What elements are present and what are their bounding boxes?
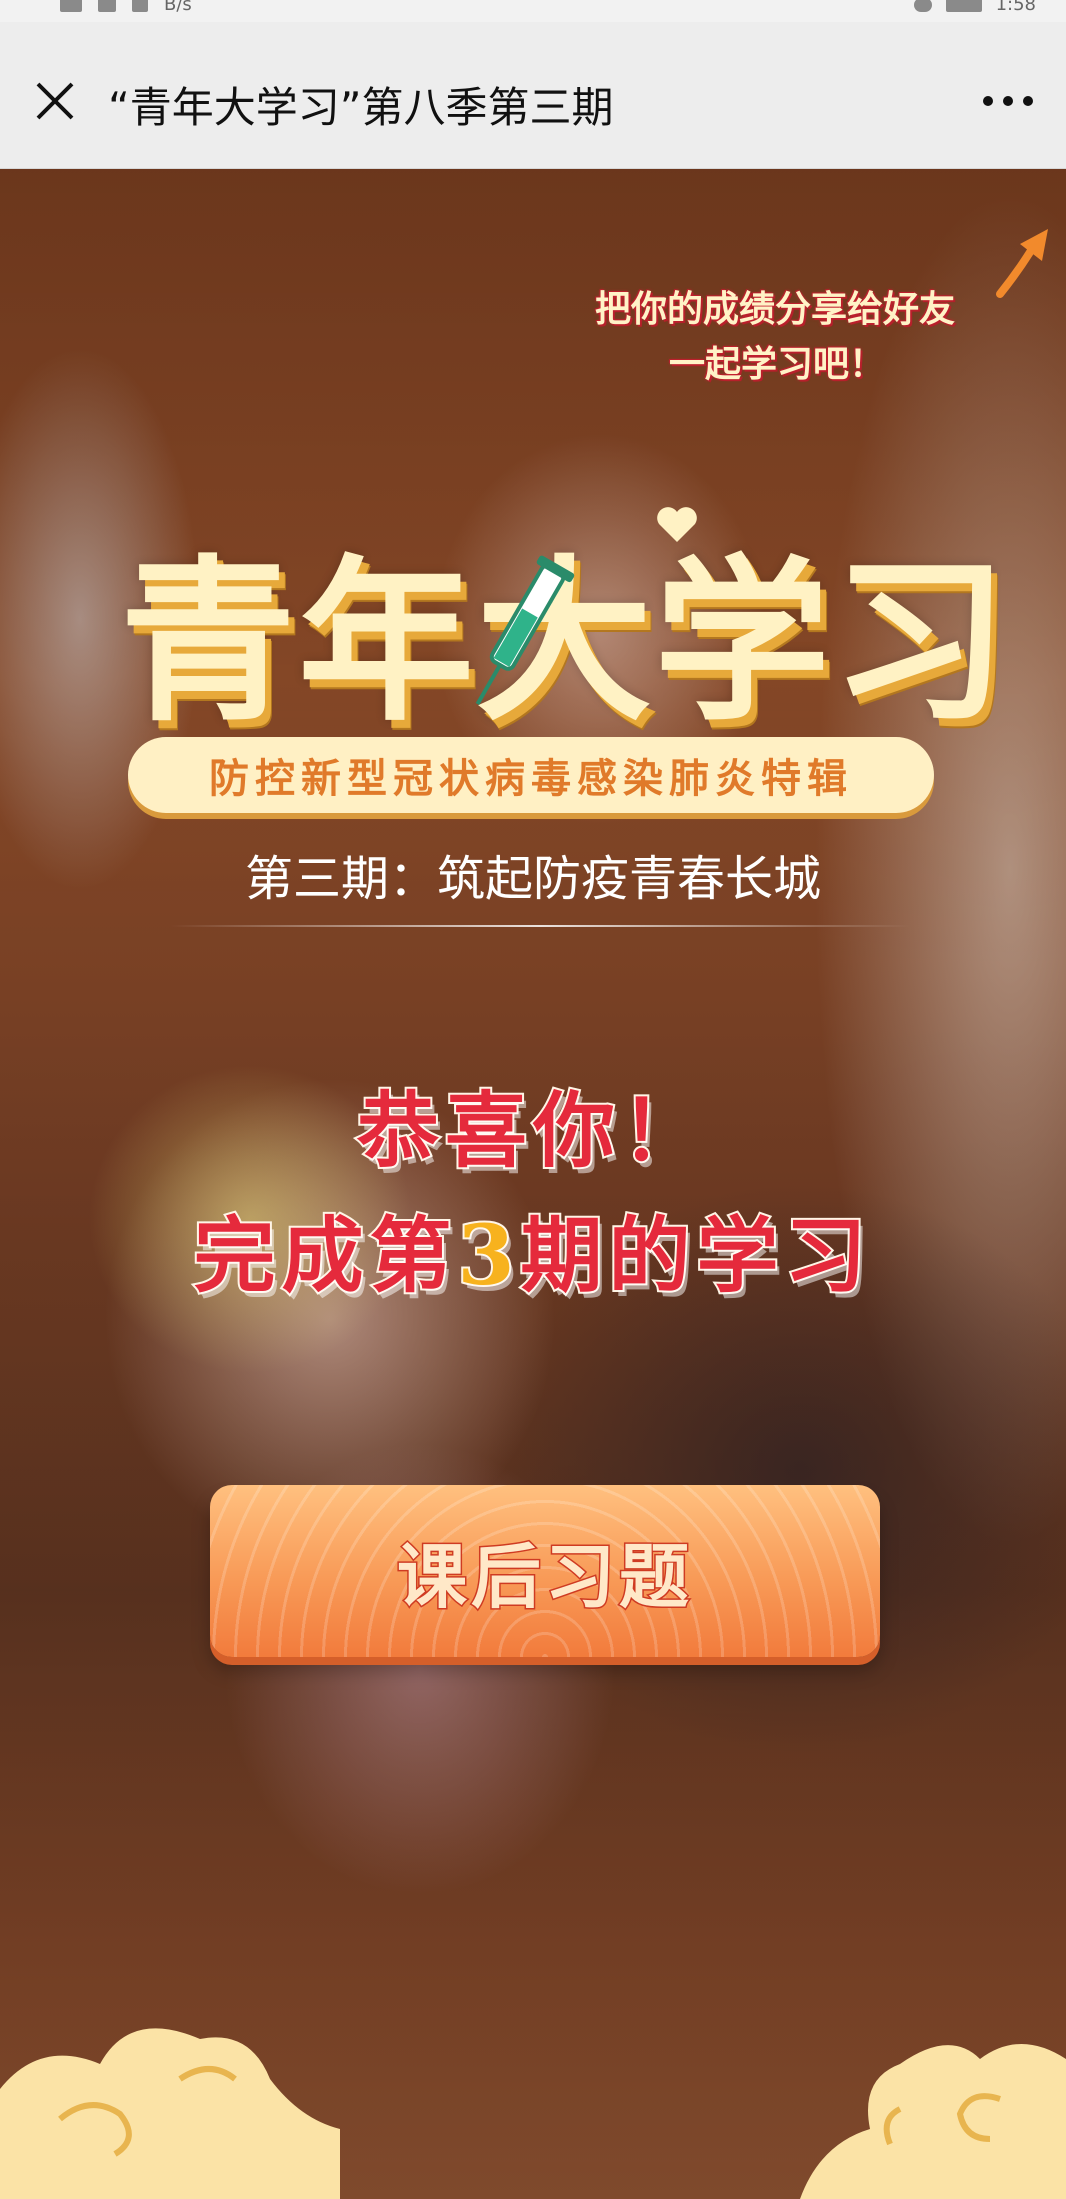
signal-icon — [98, 0, 116, 12]
nav-bar: “青年大学习”第八季第三期 — [0, 22, 1066, 169]
share-arrow-icon — [996, 229, 1048, 298]
completion-message: 完成第3期的学习 — [0, 1189, 1066, 1308]
divider — [170, 925, 910, 927]
wifi-icon — [132, 0, 148, 12]
congrats-heading: 恭喜你！ — [355, 1081, 709, 1181]
close-icon[interactable] — [30, 76, 80, 126]
battery-icon — [945, 0, 982, 12]
heart-icon — [657, 507, 697, 542]
sim-card-icon — [60, 0, 82, 12]
alarm-icon — [913, 0, 932, 12]
result-page: 把你的成绩分享给好友 一起学习吧！ 青年大学习 防控新型冠状病毒感染肺炎特辑 第… — [0, 169, 1066, 2199]
share-tip-line2: 一起学习吧！ — [668, 343, 885, 385]
network-speed: B/s — [164, 0, 192, 15]
clock: 1:58 — [995, 0, 1036, 15]
more-options-icon[interactable] — [978, 76, 1038, 126]
completion-suffix: 期的学习 — [519, 1206, 873, 1306]
status-bar: B/s 1:58 — [0, 0, 1066, 22]
share-tip-line1: 把你的成绩分享给好友 — [594, 288, 955, 330]
issue-title: 第三期：筑起防疫青春长城 — [244, 851, 821, 907]
cloud-decoration — [0, 2028, 1066, 2199]
issue-number: 3 — [455, 1206, 521, 1306]
subtitle-pill: 防控新型冠状病毒感染肺炎特辑 — [128, 737, 934, 813]
page-title: “青年大学习”第八季第三期 — [108, 83, 614, 132]
subtitle-text: 防控新型冠状病毒感染肺炎特辑 — [209, 756, 853, 802]
background-photo — [0, 169, 1066, 2199]
exercise-button-label: 课后习题 — [396, 1533, 693, 1619]
syringe-icon — [475, 555, 575, 705]
exercise-button[interactable]: 课后习题 — [210, 1485, 880, 1657]
completion-prefix: 完成第 — [191, 1206, 458, 1306]
